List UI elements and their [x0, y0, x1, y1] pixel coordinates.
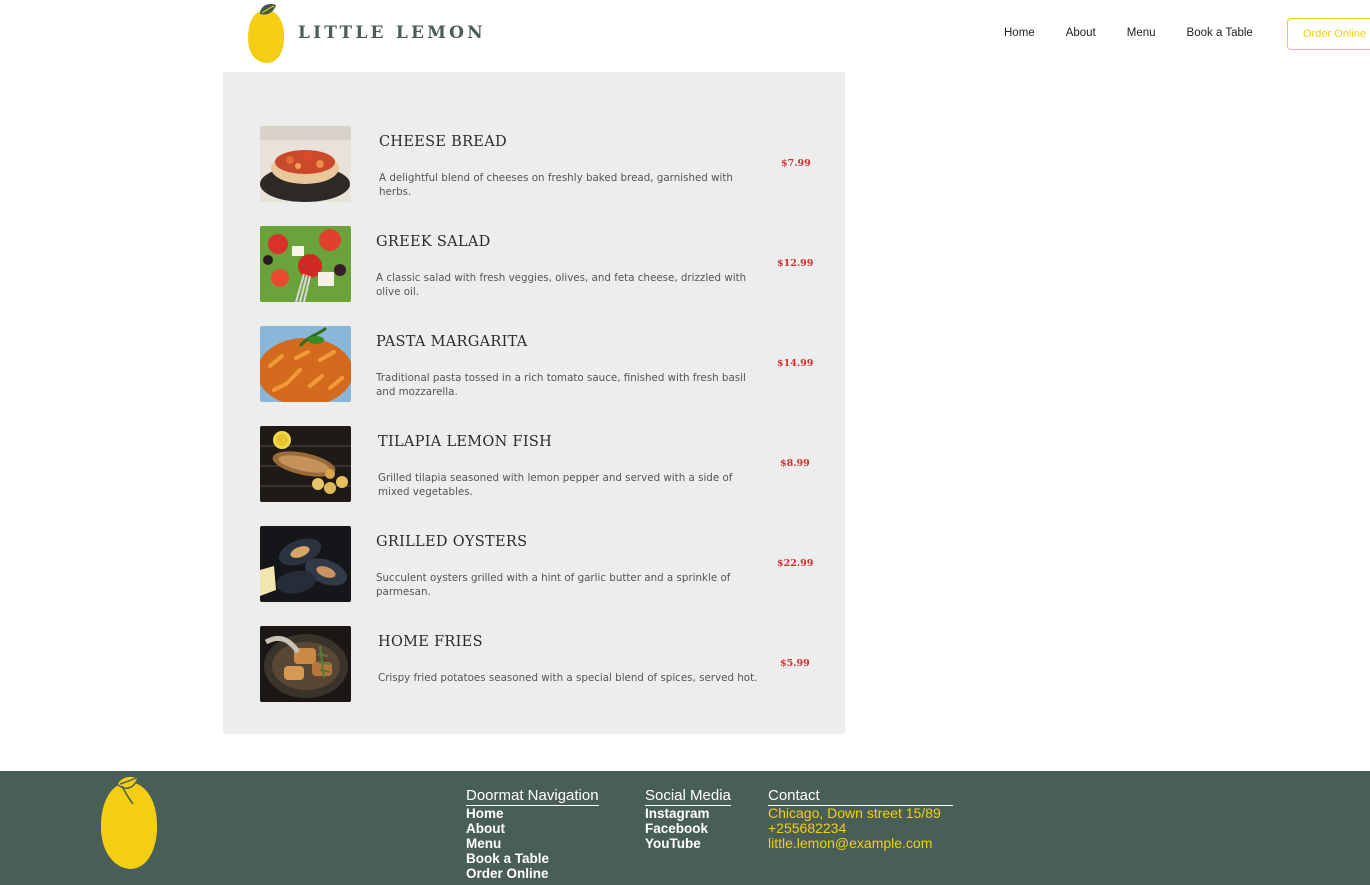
nav-about[interactable]: About — [1066, 27, 1096, 39]
item-price: $12.99 — [777, 258, 814, 269]
logo[interactable]: LITTLE LEMON — [246, 2, 486, 64]
doormat-navigation: Doormat Navigation Home About Menu Book … — [466, 785, 599, 881]
footer-link-order-online[interactable]: Order Online — [466, 866, 599, 881]
footer-link-home[interactable]: Home — [466, 806, 599, 821]
doormat-title: Doormat Navigation — [466, 787, 599, 806]
social-media: Social Media Instagram Facebook YouTube — [645, 785, 731, 851]
nav-book-a-table[interactable]: Book a Table — [1187, 27, 1253, 39]
item-price: $8.99 — [780, 458, 810, 469]
item-description: Grilled tilapia seasoned with lemon pepp… — [378, 472, 733, 498]
cheese-bread-photo — [260, 126, 351, 202]
menu-panel: CHEESE BREAD A delightful blend of chees… — [223, 72, 845, 734]
menu-item[interactable]: GRILLED OYSTERS Succulent oysters grille… — [223, 526, 845, 602]
site-header: LITTLE LEMON Home About Menu Book a Tabl… — [0, 0, 1370, 72]
menu-item[interactable]: PASTA MARGARITA Traditional pasta tossed… — [223, 326, 845, 402]
item-description: Crispy fried potatoes seasoned with a sp… — [378, 672, 758, 684]
tilapia-photo — [260, 426, 351, 502]
item-price: $14.99 — [777, 358, 814, 369]
lemon-footer-icon — [100, 774, 160, 874]
item-description: A classic salad with fresh veggies, oliv… — [376, 272, 747, 298]
oysters-photo — [260, 526, 351, 602]
item-price: $22.99 — [777, 558, 814, 569]
social-title: Social Media — [645, 787, 731, 806]
footer-link-facebook[interactable]: Facebook — [645, 821, 731, 836]
footer-link-about[interactable]: About — [466, 821, 599, 836]
pasta-photo — [260, 326, 351, 402]
lemon-logo-icon — [246, 2, 286, 64]
item-price: $7.99 — [781, 158, 811, 169]
contact-address: Chicago, Down street 15/89 — [768, 805, 941, 821]
menu-item[interactable]: CHEESE BREAD A delightful blend of chees… — [223, 126, 845, 202]
item-name: TILAPIA LEMON FISH — [378, 434, 553, 450]
main-nav: Home About Menu Book a Table — [1004, 27, 1284, 39]
item-name: GRILLED OYSTERS — [376, 534, 528, 550]
item-name: CHEESE BREAD — [379, 134, 507, 150]
footer-link-instagram[interactable]: Instagram — [645, 806, 731, 821]
menu-item[interactable]: HOME FRIES Crispy fried potatoes seasone… — [223, 626, 845, 702]
footer-link-menu[interactable]: Menu — [466, 836, 599, 851]
contact-phone: +255682234 — [768, 820, 847, 836]
nav-menu[interactable]: Menu — [1127, 27, 1156, 39]
contact-title: Contact — [768, 787, 953, 806]
home-fries-photo — [260, 626, 351, 702]
footer-link-youtube[interactable]: YouTube — [645, 836, 731, 851]
item-description: Traditional pasta tossed in a rich tomat… — [376, 372, 746, 398]
item-name: HOME FRIES — [378, 634, 483, 650]
greek-salad-photo — [260, 226, 351, 302]
item-description: Succulent oysters grilled with a hint of… — [376, 572, 731, 598]
item-name: PASTA MARGARITA — [376, 334, 528, 350]
site-footer: Doormat Navigation Home About Menu Book … — [0, 771, 1370, 885]
item-name: GREEK SALAD — [376, 234, 491, 250]
menu-item[interactable]: GREEK SALAD A classic salad with fresh v… — [223, 226, 845, 302]
footer-link-book-a-table[interactable]: Book a Table — [466, 851, 599, 866]
item-price: $5.99 — [780, 658, 810, 669]
order-online-button[interactable]: Order Online — [1287, 18, 1370, 50]
contact-info: Contact Chicago, Down street 15/89 +2556… — [768, 785, 953, 851]
contact-email[interactable]: little.lemon@example.com — [768, 836, 953, 851]
nav-home[interactable]: Home — [1004, 27, 1035, 39]
logo-text: LITTLE LEMON — [298, 23, 486, 43]
menu-item[interactable]: TILAPIA LEMON FISH Grilled tilapia seaso… — [223, 426, 845, 502]
item-description: A delightful blend of cheeses on freshly… — [379, 172, 733, 198]
